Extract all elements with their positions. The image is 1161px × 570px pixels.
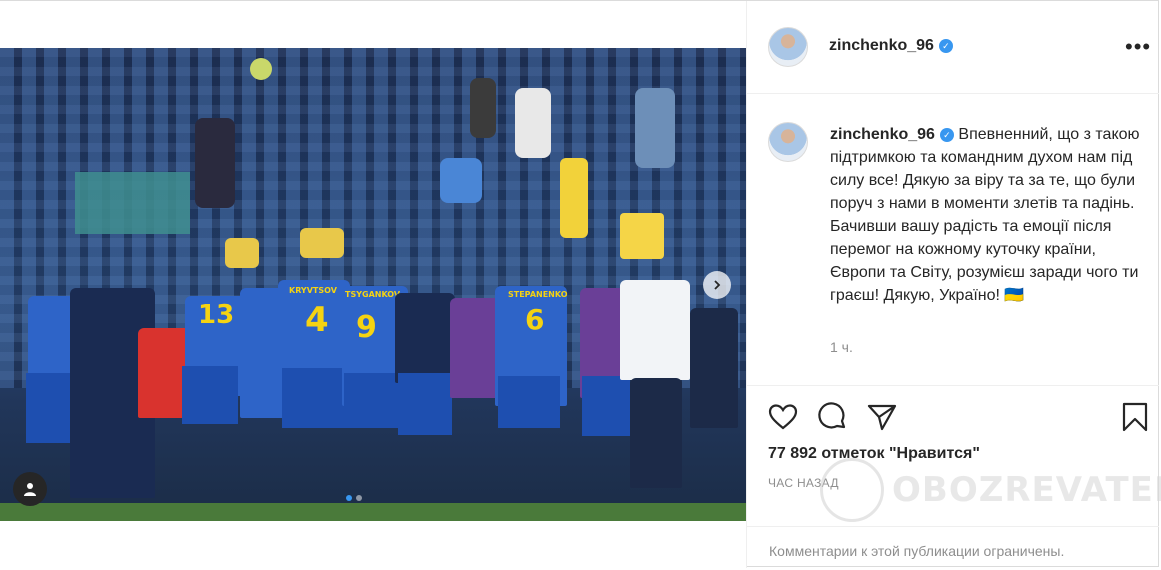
jersey-name: KRYVTSOV <box>289 286 337 295</box>
avatar[interactable] <box>768 27 808 67</box>
spectator-flag <box>620 213 664 259</box>
carousel-indicator <box>346 495 362 501</box>
player-shorts <box>398 373 452 435</box>
spectator <box>470 78 496 138</box>
avatar[interactable] <box>768 122 808 162</box>
player-shorts <box>282 368 344 428</box>
chevron-right-icon[interactable] <box>703 271 731 299</box>
caption-area: zinchenko_96 ✓ Впевненний, що з такою під… <box>747 94 1159 394</box>
coach-trousers <box>630 378 682 488</box>
username-link[interactable]: zinchenko_96 <box>829 37 934 54</box>
player-shorts <box>498 376 560 428</box>
caption: zinchenko_96 ✓ Впевненний, що з такою під… <box>830 123 1145 307</box>
heart-icon[interactable] <box>767 401 799 433</box>
share-icon[interactable] <box>866 401 898 433</box>
jersey-number: 6 <box>525 303 545 336</box>
pitch <box>0 503 746 521</box>
post-media: 13 KRYVTSOV 4 TSYGANKOV 9 STEPANENKO 6 <box>0 1 747 568</box>
post-sidebar: zinchenko_96 ✓ ••• zinchenko_96 ✓ Впевненн… <box>747 1 1161 570</box>
jersey-number: 13 <box>198 300 235 330</box>
player-training-top <box>395 293 455 383</box>
carousel-dot <box>356 495 362 501</box>
spectator <box>440 158 482 203</box>
spectator <box>300 228 344 258</box>
spectator <box>225 238 259 268</box>
stadium-banner <box>75 172 190 234</box>
staff-member <box>450 298 500 398</box>
watermark: OBOZREVATEL <box>820 458 1161 522</box>
watermark-text: OBOZREVATEL <box>892 470 1161 510</box>
spectator <box>515 88 551 158</box>
user-tag-icon[interactable] <box>13 472 47 506</box>
instagram-post: 13 KRYVTSOV 4 TSYGANKOV 9 STEPANENKO 6 z… <box>0 0 1161 570</box>
jersey-name: STEPANENKO <box>508 290 568 299</box>
comments-limited-text: Комментарии к этой публикации ограничены… <box>769 543 1065 559</box>
player-shorts <box>26 373 74 443</box>
player-shorts <box>182 366 238 424</box>
post-photo[interactable]: 13 KRYVTSOV 4 TSYGANKOV 9 STEPANENKO 6 <box>0 48 746 521</box>
staff-member <box>690 308 738 428</box>
jersey-number: 9 <box>356 310 377 345</box>
caption-text: Впевненний, що з такою підтримкою та ком… <box>830 126 1140 304</box>
spectator <box>250 58 272 80</box>
carousel-dot-active <box>346 495 352 501</box>
more-horizontal-icon[interactable]: ••• <box>1125 36 1151 58</box>
jersey-name: TSYGANKOV <box>345 290 401 299</box>
jersey-number: 4 <box>305 300 329 340</box>
bookmark-icon[interactable] <box>1119 401 1151 433</box>
post-actions: 77 892 отметок "Нравится" ЧАС НАЗАД OBOZ… <box>747 385 1161 570</box>
comments-limited-notice: Комментарии к этой публикации ограничены… <box>747 526 1159 570</box>
spectator <box>635 88 675 168</box>
verified-badge-icon: ✓ <box>938 38 953 53</box>
time-ago: 1 ч. <box>830 339 853 355</box>
watermark-logo <box>820 458 884 522</box>
header-user: zinchenko_96 ✓ <box>829 37 953 55</box>
verified-badge-icon: ✓ <box>939 127 954 142</box>
spectator-flag <box>560 158 588 238</box>
comment-icon[interactable] <box>817 401 849 433</box>
caption-username[interactable]: zinchenko_96 <box>830 126 935 143</box>
spectator <box>195 118 235 208</box>
post-header: zinchenko_96 ✓ ••• <box>747 1 1159 94</box>
player-shorts <box>582 376 630 436</box>
coach <box>620 280 690 380</box>
